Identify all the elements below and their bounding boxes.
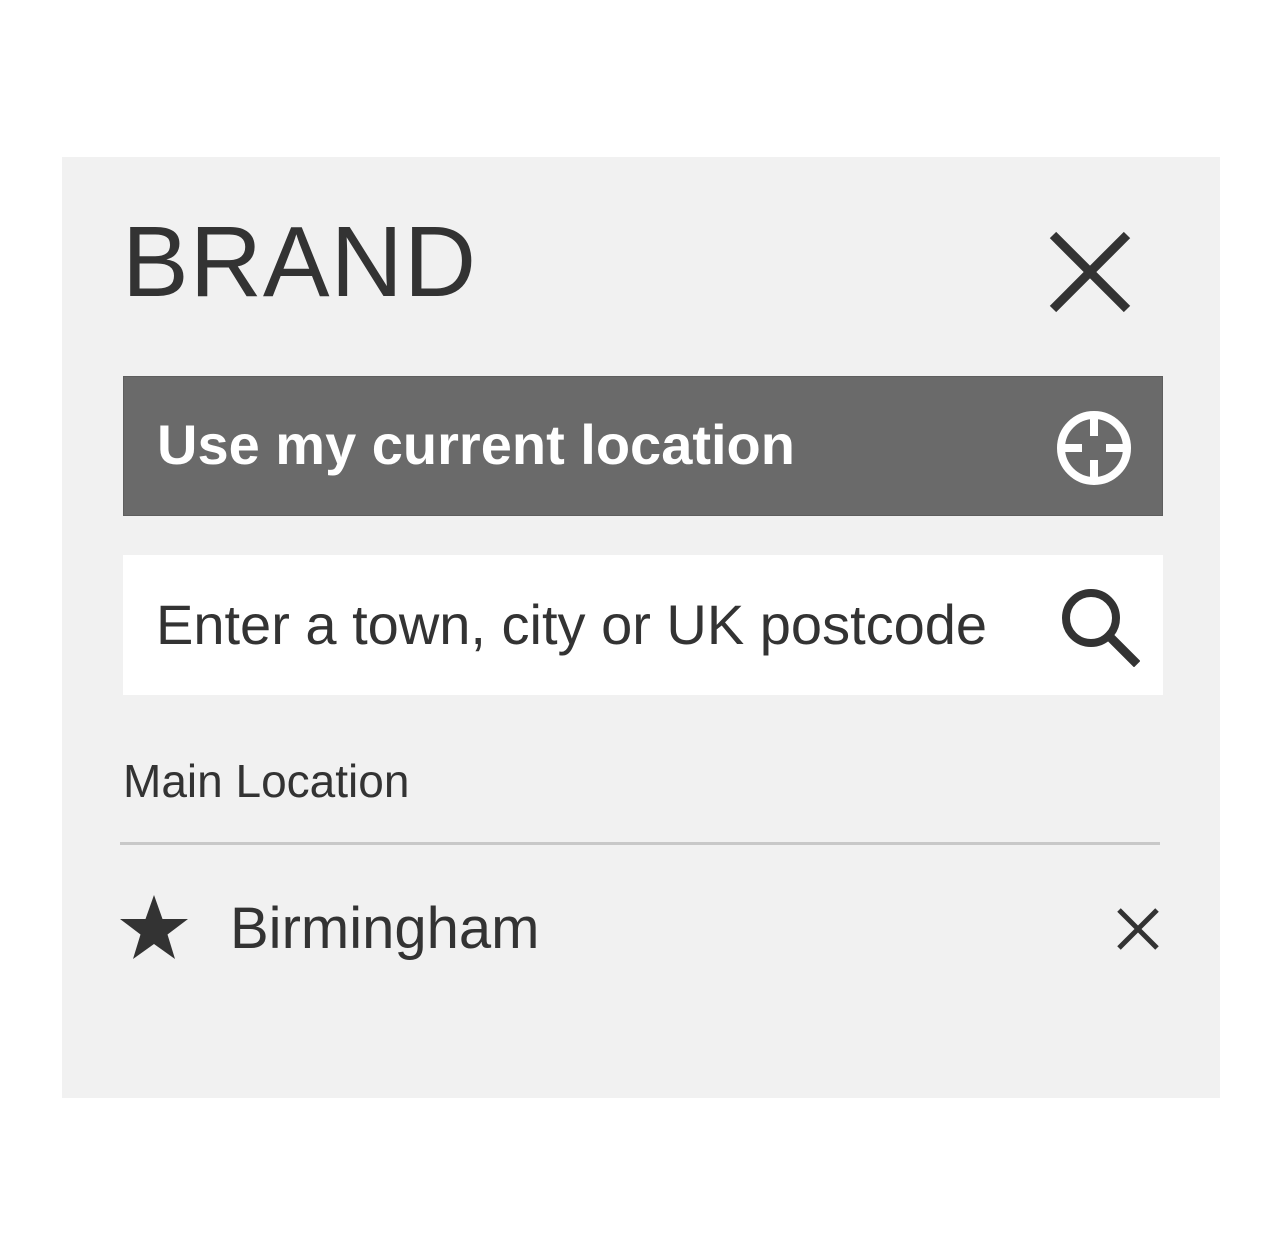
search-box xyxy=(123,555,1163,695)
brand-logo: BRAND xyxy=(122,206,478,318)
divider xyxy=(120,842,1160,845)
close-icon xyxy=(1117,908,1159,950)
close-icon xyxy=(1049,231,1131,313)
remove-location-button[interactable] xyxy=(1116,907,1160,951)
location-search-input[interactable] xyxy=(156,585,1056,663)
location-list-item[interactable]: Birmingham xyxy=(118,887,1162,971)
use-current-location-button[interactable]: Use my current location xyxy=(123,376,1163,516)
star-icon[interactable] xyxy=(118,893,190,965)
main-location-heading: Main Location xyxy=(123,755,410,807)
search-icon[interactable] xyxy=(1058,585,1140,667)
location-name: Birmingham xyxy=(230,896,540,961)
use-current-location-label: Use my current location xyxy=(157,413,795,476)
close-button[interactable] xyxy=(1047,229,1133,315)
location-panel: BRAND Use my current location Ma xyxy=(62,157,1220,1098)
crosshair-icon xyxy=(1054,408,1134,488)
